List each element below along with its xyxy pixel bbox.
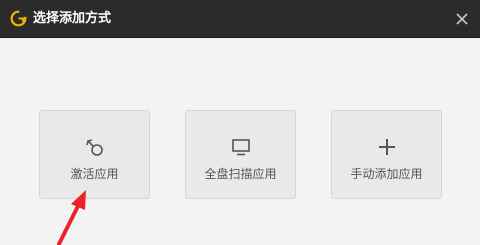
close-icon[interactable] xyxy=(454,11,470,27)
title-bar[interactable]: 选择添加方式 xyxy=(0,0,480,38)
full-scan-button[interactable]: 全盘扫描应用 xyxy=(185,110,296,199)
red-arrow-pointer xyxy=(57,190,86,245)
rotate-link-icon xyxy=(85,139,103,156)
manual-add-label: 手动添加应用 xyxy=(350,167,423,181)
full-scan-label: 全盘扫描应用 xyxy=(204,167,277,181)
monitor-icon xyxy=(231,139,250,156)
dialog-title: 选择添加方式 xyxy=(33,11,112,26)
g-logo-icon xyxy=(10,10,27,27)
manual-add-button[interactable]: 手动添加应用 xyxy=(331,110,442,199)
plus-icon xyxy=(378,139,395,155)
add-method-dialog: 选择添加方式 激活应用 全盘扫描应用 手动添加应用 xyxy=(0,0,480,245)
